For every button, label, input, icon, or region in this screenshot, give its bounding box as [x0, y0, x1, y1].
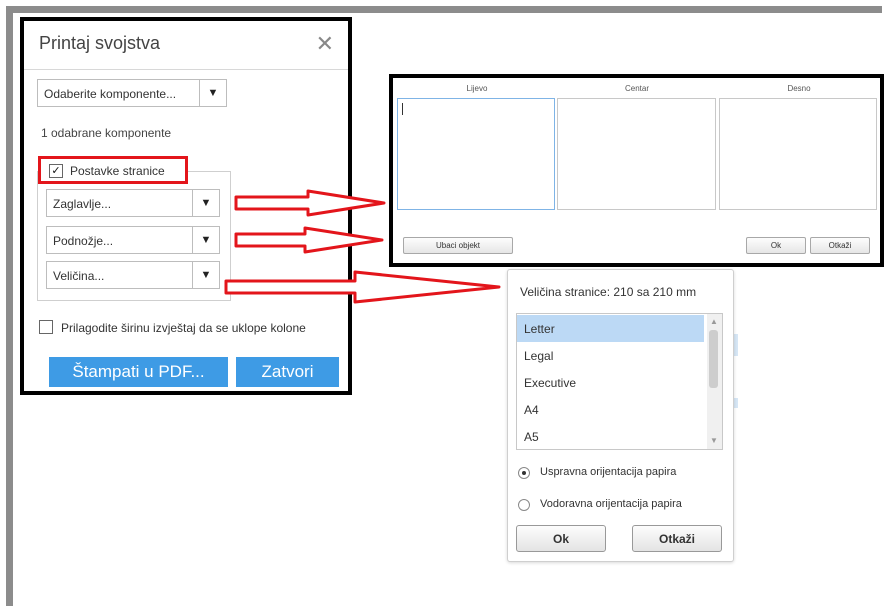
arrow-header: [234, 189, 386, 217]
arrow-size: [224, 270, 501, 304]
arrow-footer: [234, 226, 384, 254]
annotation-arrows: [224, 189, 501, 304]
